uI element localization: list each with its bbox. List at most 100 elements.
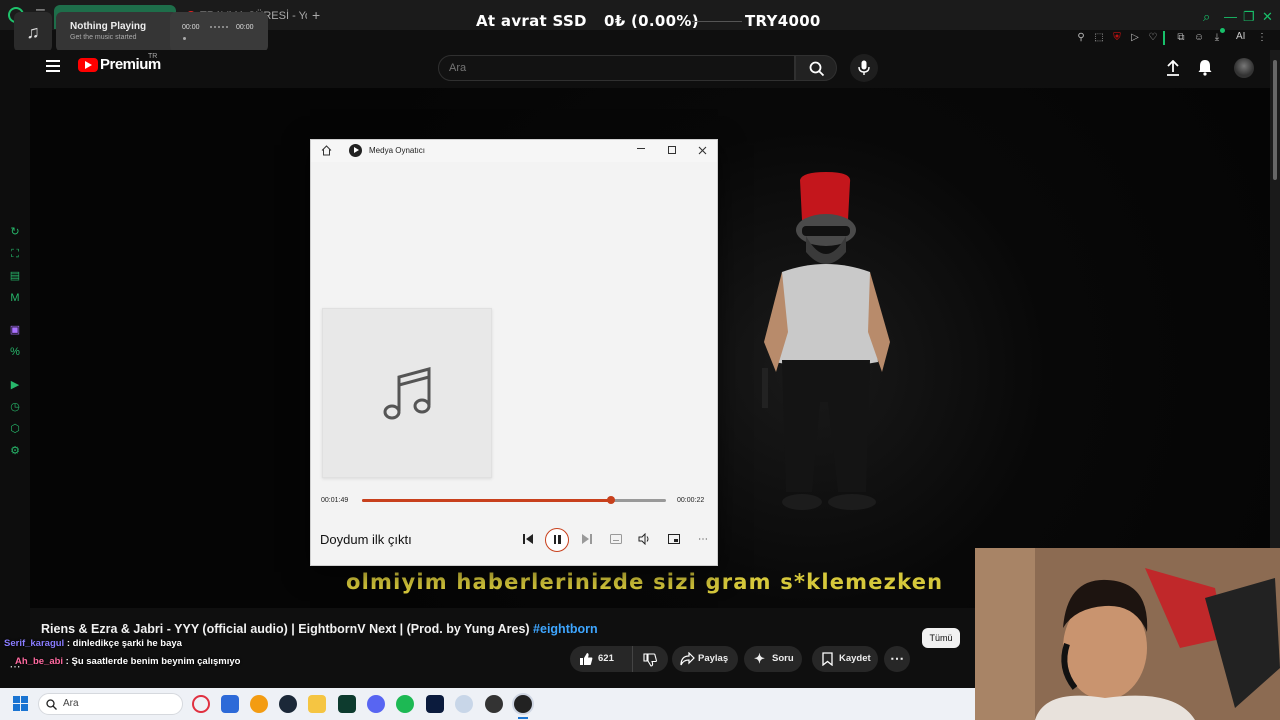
windows-taskbar: Ara (0, 688, 975, 720)
restore-icon[interactable]: ❐ (1243, 9, 1255, 25)
windows-start-icon[interactable] (13, 696, 29, 712)
search-input[interactable] (438, 55, 795, 81)
player-maximize-icon[interactable] (668, 146, 676, 154)
opera-app-icon[interactable] (192, 695, 210, 713)
close-window-icon[interactable]: ✕ (1262, 9, 1273, 25)
heart-icon[interactable]: ♡ (1147, 32, 1159, 44)
thumbs-down-icon (643, 653, 657, 667)
home-icon[interactable] (321, 145, 332, 156)
menu-dots-icon[interactable]: ⋮ (1256, 32, 1268, 44)
sidebar-bot-icon[interactable]: ⛶ (8, 247, 22, 261)
seek-bar[interactable] (362, 496, 666, 504)
account-icon[interactable]: ☺ (1193, 32, 1205, 44)
music-time-start: 00:00 (182, 24, 200, 31)
player-minimize-icon[interactable] (637, 148, 645, 149)
voice-search-button[interactable] (850, 54, 878, 82)
media-player-titlebar[interactable]: Medya Oynatıcı (311, 140, 717, 162)
share-icon (680, 652, 695, 666)
taskbar-search[interactable] (38, 693, 183, 715)
player-close-icon[interactable] (698, 146, 707, 155)
new-tab-button[interactable]: + (312, 7, 320, 23)
webcam-overlay (975, 548, 1280, 720)
pause-button[interactable] (545, 528, 569, 552)
webcam-person-image (975, 548, 1280, 720)
spotify-app-icon[interactable] (396, 695, 414, 713)
youtube-logo-icon[interactable] (78, 58, 98, 72)
obs-app-icon[interactable] (485, 695, 503, 713)
youtube-header: Premium TR (30, 50, 1270, 88)
search-icon (809, 61, 825, 77)
more-options-icon[interactable]: ⋯ (693, 530, 713, 550)
music-timebar: 00:00 00:00 (170, 12, 268, 52)
dislike-button[interactable] (632, 646, 668, 672)
ask-label: Soru (772, 653, 794, 664)
filter-chip-all[interactable]: Tümü (922, 628, 960, 648)
search-tabs-icon[interactable]: ⌕ (1203, 9, 1210, 25)
store-app-icon[interactable] (221, 695, 239, 713)
seek-bar-thumb[interactable] (607, 496, 616, 504)
shield-icon[interactable]: ⛨ (1111, 32, 1123, 44)
video-character-illustration (762, 172, 890, 510)
file-explorer-icon[interactable] (308, 695, 326, 713)
captions-icon[interactable] (610, 534, 622, 544)
save-button[interactable]: Kaydet (812, 646, 878, 672)
play-icon[interactable]: ▷ (1129, 32, 1141, 44)
ask-button[interactable]: ✦ Soru (744, 646, 802, 672)
toolbar-divider (1163, 31, 1165, 45)
photoshop-app-icon[interactable] (426, 695, 444, 713)
chat-text: dinledikçe şarki he baya (72, 638, 182, 649)
sidebar-refresh-icon[interactable]: ↻ (8, 225, 22, 239)
video-hashtag[interactable]: #eightborn (533, 622, 598, 636)
win-tile (13, 696, 20, 703)
download-icon[interactable]: ⤓ (1211, 32, 1223, 44)
previous-track-icon[interactable] (522, 533, 534, 545)
extensions-icon[interactable]: ⧉ (1175, 32, 1187, 44)
music-note-icon[interactable]: ♫ (14, 12, 52, 52)
time-remaining: 00:00:22 (677, 497, 705, 504)
music-note-icon (383, 367, 431, 420)
microphone-icon (858, 60, 870, 75)
miniplayer-icon[interactable] (668, 533, 680, 545)
active-app-indicator (518, 717, 528, 719)
ai-button[interactable]: AI (1236, 31, 1245, 42)
pycharm-app-icon[interactable] (338, 695, 356, 713)
bookmark-icon (822, 652, 833, 666)
settings-app-icon[interactable] (455, 695, 473, 713)
win-tile (21, 696, 28, 703)
pin-icon[interactable]: ⚲ (1075, 32, 1087, 44)
video-title-text: Riens & Ezra & Jabri - YYY (official aud… (41, 622, 530, 636)
snapshot-icon[interactable]: ⬚ (1093, 32, 1105, 44)
discord-app-icon[interactable] (367, 695, 385, 713)
sidebar-m-icon[interactable]: M (8, 291, 22, 305)
like-button[interactable]: 621 (570, 646, 632, 672)
win-tile (21, 704, 28, 711)
sidebar-history-icon[interactable]: ◷ (8, 400, 22, 414)
sidebar-percent-icon[interactable]: % (8, 345, 22, 359)
share-button[interactable]: Paylaş (672, 646, 738, 672)
sidebar-settings-icon[interactable]: ⚙ (8, 444, 22, 458)
music-widget[interactable]: ♫ Nothing Playing Get the music started … (14, 12, 268, 52)
more-actions-icon[interactable]: ⋯ (884, 646, 910, 672)
ticker-name: At avrat SSD (476, 12, 587, 30)
chrome-app-icon[interactable] (250, 695, 268, 713)
page-scrollbar[interactable] (1270, 50, 1280, 548)
minimize-icon[interactable]: — (1224, 9, 1237, 24)
hamburger-menu-icon[interactable] (46, 60, 60, 72)
like-count: 621 (598, 653, 614, 664)
media-player-title: Medya Oynatıcı (369, 146, 426, 155)
sidebar-twitch-icon[interactable]: ▣ (8, 323, 22, 337)
sidebar-notes-icon[interactable]: ▤ (8, 269, 22, 283)
media-player-app-icon[interactable] (514, 695, 532, 713)
steam-app-icon[interactable] (279, 695, 297, 713)
sidebar-cube-icon[interactable]: ⬡ (8, 422, 22, 436)
notifications-bell-icon[interactable] (1198, 59, 1212, 76)
search-button[interactable] (795, 55, 837, 81)
search-icon (46, 699, 57, 710)
sidebar-player-icon[interactable]: ▶ (8, 378, 22, 392)
next-track-icon[interactable] (581, 533, 593, 545)
media-player-logo-icon (349, 144, 362, 157)
scrollbar-thumb[interactable] (1273, 60, 1277, 180)
upload-icon[interactable] (1166, 60, 1180, 76)
avatar[interactable] (1234, 58, 1254, 78)
volume-icon[interactable] (638, 533, 650, 545)
